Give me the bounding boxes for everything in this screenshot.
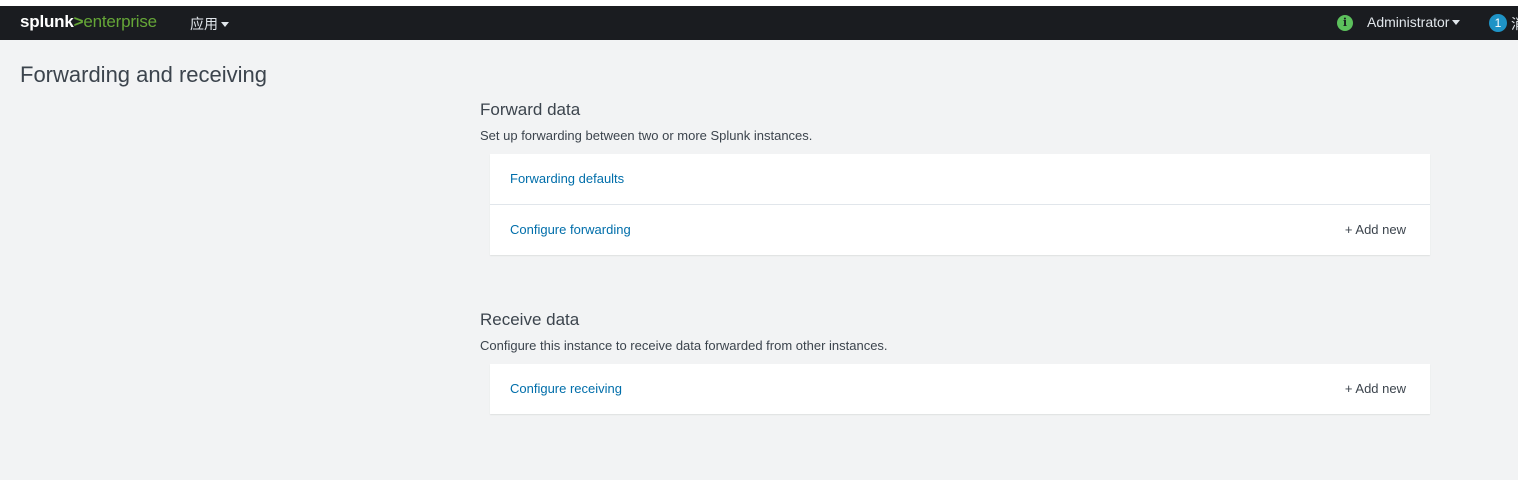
add-new-forwarding-button[interactable]: + Add new	[1345, 222, 1406, 237]
caret-down-icon	[1452, 19, 1461, 25]
configure-forwarding-link[interactable]: Configure forwarding	[510, 222, 631, 237]
info-circle-icon[interactable]: i	[1337, 15, 1353, 31]
page-title: Forwarding and receiving	[20, 62, 268, 87]
receive-data-card: Configure receiving + Add new	[490, 364, 1430, 414]
configure-receiving-link[interactable]: Configure receiving	[510, 381, 622, 396]
list-item: Forwarding defaults	[490, 154, 1430, 205]
messages-menu-label[interactable]: 消	[1511, 14, 1518, 34]
forward-data-card: Forwarding defaults Configure forwarding…	[490, 154, 1430, 255]
list-item: Configure forwarding + Add new	[490, 205, 1430, 255]
receive-data-description: Configure this instance to receive data …	[480, 338, 888, 353]
user-menu[interactable]: Administrator	[1367, 14, 1461, 30]
forward-data-heading: Forward data	[480, 100, 581, 119]
logo-text-enterprise: enterprise	[83, 12, 157, 31]
list-item: Configure receiving + Add new	[490, 364, 1430, 414]
forward-data-section: Forward data Set up forwarding between t…	[480, 100, 1430, 255]
splunk-logo[interactable]: splunk>enterprise	[20, 12, 157, 32]
logo-chevron: >	[73, 12, 84, 31]
user-menu-label: Administrator	[1367, 14, 1450, 30]
forward-data-description: Set up forwarding between two or more Sp…	[480, 128, 813, 143]
apps-menu-label: 应用	[190, 16, 218, 32]
receive-data-heading: Receive data	[480, 310, 580, 329]
apps-menu[interactable]: 应用	[190, 14, 229, 34]
forwarding-defaults-link[interactable]: Forwarding defaults	[510, 171, 624, 186]
add-new-receiving-button[interactable]: + Add new	[1345, 381, 1406, 396]
top-navbar: splunk>enterprise 应用 i Administrator 1 消	[0, 6, 1518, 40]
caret-down-icon	[221, 21, 229, 27]
receive-data-section: Receive data Configure this instance to …	[480, 310, 1430, 414]
messages-count-badge[interactable]: 1	[1489, 14, 1507, 32]
logo-text-splunk: splunk	[20, 12, 74, 31]
